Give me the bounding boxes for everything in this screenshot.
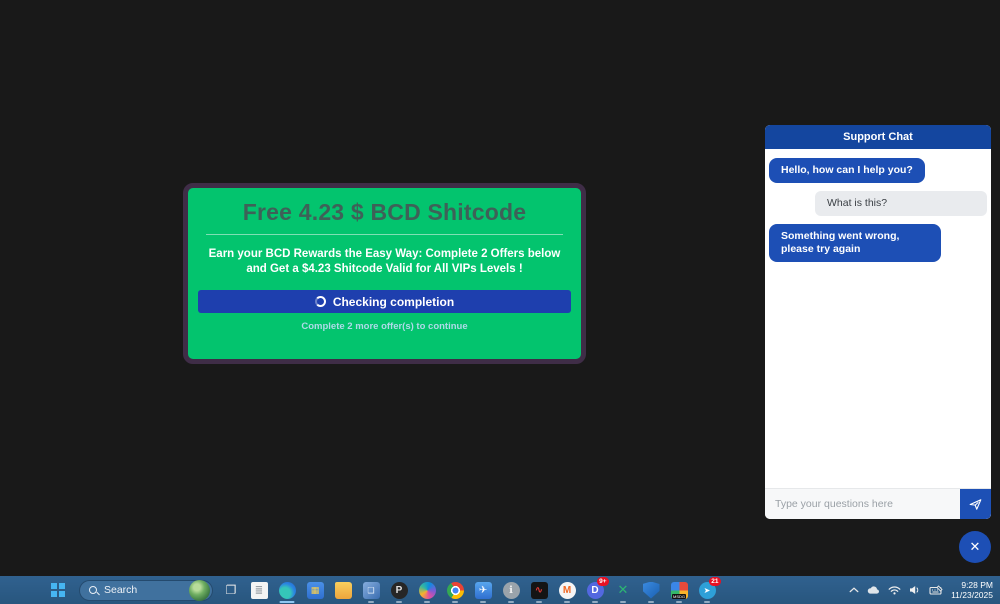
chat-message-user: What is this? xyxy=(815,191,987,216)
desktop: Free 4.23 $ BCD Shitcode Earn your BCD R… xyxy=(0,0,1000,604)
search-icon xyxy=(89,586,97,594)
windows-logo-icon xyxy=(51,583,65,597)
close-icon: ✕ xyxy=(970,539,981,555)
info-circle-app-icon[interactable]: ℹ xyxy=(499,577,523,603)
notepad-icon[interactable]: ≣ xyxy=(247,577,271,603)
send-icon xyxy=(968,497,983,512)
offer-divider xyxy=(206,234,563,235)
offer-title: Free 4.23 $ BCD Shitcode xyxy=(188,199,581,226)
chat-close-button[interactable]: ✕ xyxy=(959,531,991,563)
offer-description: Earn your BCD Rewards the Easy Way: Comp… xyxy=(204,247,566,277)
discord-icon[interactable]: D9+ xyxy=(583,577,607,603)
file-explorer-icon[interactable] xyxy=(331,577,355,603)
chat-input[interactable] xyxy=(765,489,960,519)
copilot-icon[interactable] xyxy=(415,577,439,603)
green-x-app-icon[interactable]: ✕ xyxy=(611,577,635,603)
edge-browser-icon[interactable] xyxy=(275,577,299,603)
taskbar-apps: ❐≣ ▦ ❑P ✈ℹ∿MD9+✕ MSDG ➤21 xyxy=(219,577,719,603)
support-chat-header: Support Chat xyxy=(765,125,991,149)
checking-completion-button[interactable]: Checking completion xyxy=(198,290,571,313)
chat-message-bot: Something went wrong, please try again xyxy=(769,224,941,262)
checking-completion-label: Checking completion xyxy=(333,295,454,309)
taskbar-clock[interactable]: 9:28 PM 11/23/2025 xyxy=(951,580,993,600)
offer-modal: Free 4.23 $ BCD Shitcode Earn your BCD R… xyxy=(183,183,586,364)
msdg-colorful-app-label: MSDG xyxy=(672,594,686,599)
blue-box-app-icon[interactable]: ❑ xyxy=(359,577,383,603)
clock-date: 11/23/2025 xyxy=(951,590,993,600)
input-device-icon[interactable] xyxy=(929,585,943,596)
windows-defender-icon[interactable] xyxy=(639,577,663,603)
system-tray: 9:28 PM 11/23/2025 xyxy=(849,580,993,600)
microsoft-store-icon[interactable]: ▦ xyxy=(303,577,327,603)
offer-footer-note: Complete 2 more offer(s) to continue xyxy=(188,321,581,332)
chat-message-bot: Hello, how can I help you? xyxy=(769,158,925,183)
k-plane-app-icon[interactable]: ✈ xyxy=(471,577,495,603)
send-button[interactable] xyxy=(960,489,991,519)
taskbar: Search ❐≣ ▦ ❑P ✈ℹ∿MD9+✕ MSDG ➤21 xyxy=(0,576,1000,604)
search-highlight-image xyxy=(189,580,210,601)
msdg-colorful-app-icon[interactable]: MSDG xyxy=(667,577,691,603)
task-view-icon[interactable]: ❐ xyxy=(219,577,243,603)
onedrive-icon[interactable] xyxy=(867,585,880,595)
taskbar-search[interactable]: Search xyxy=(79,580,213,601)
wifi-icon[interactable] xyxy=(888,585,901,595)
p-logo-app-icon[interactable]: P xyxy=(387,577,411,603)
volume-icon[interactable] xyxy=(909,585,921,595)
chat-messages: Hello, how can I help you? What is this? S… xyxy=(765,149,991,488)
chrome-icon[interactable] xyxy=(443,577,467,603)
hidden-icons-chevron[interactable] xyxy=(849,586,859,594)
monero-icon[interactable]: M xyxy=(555,577,579,603)
discord-badge: 9+ xyxy=(597,577,609,586)
loading-spinner-icon xyxy=(315,296,326,307)
support-chat-panel: Support Chat Hello, how can I help you? W… xyxy=(765,125,991,519)
clock-time: 9:28 PM xyxy=(951,580,993,590)
telegram-badge: 21 xyxy=(709,577,721,586)
search-label: Search xyxy=(104,584,137,596)
audio-id-app-icon[interactable]: ∿ xyxy=(527,577,551,603)
telegram-icon[interactable]: ➤21 xyxy=(695,577,719,603)
start-button[interactable] xyxy=(46,578,70,602)
chat-input-row xyxy=(765,488,991,519)
